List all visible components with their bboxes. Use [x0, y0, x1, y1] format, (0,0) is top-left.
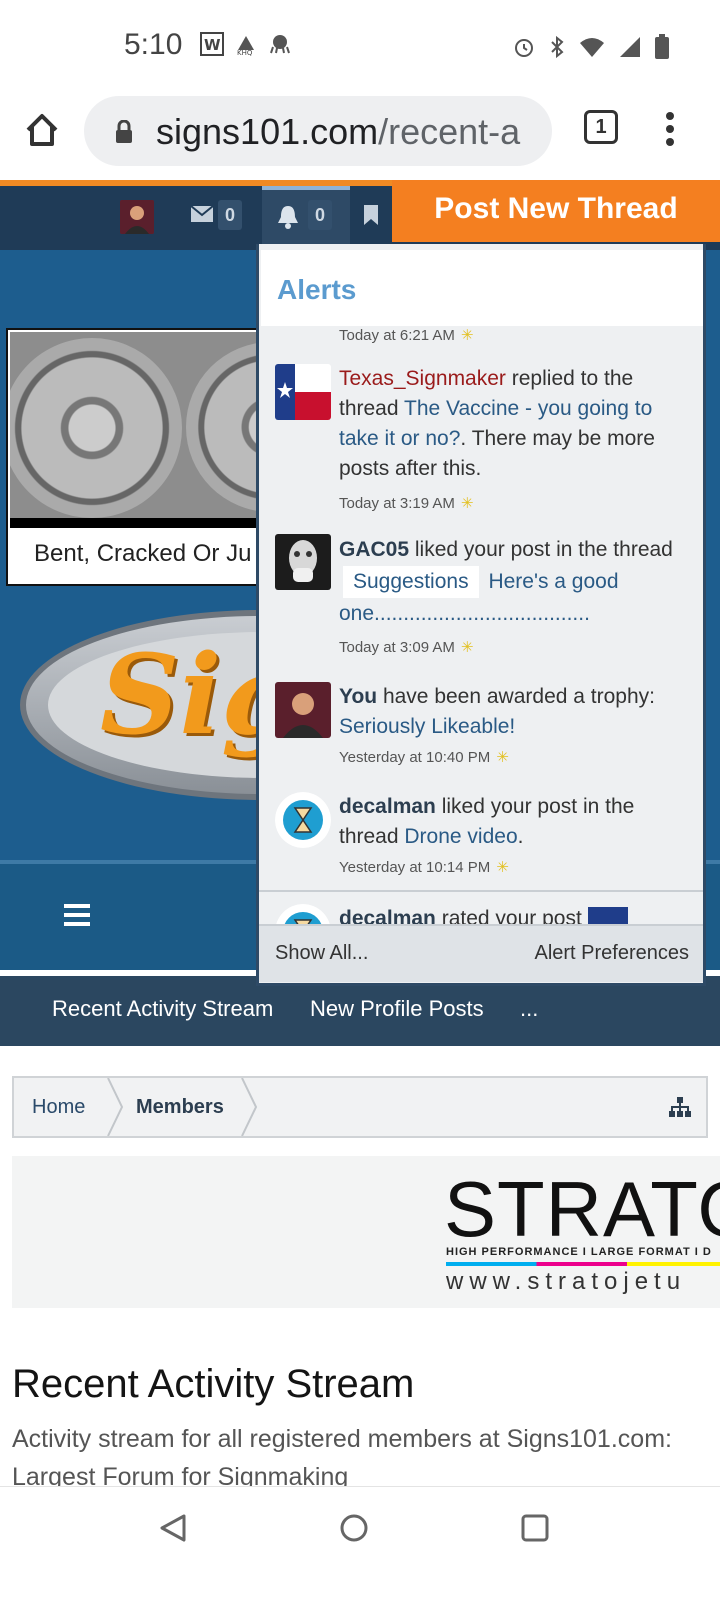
bell-icon — [278, 206, 298, 229]
tab-switcher-button[interactable]: 1 — [584, 110, 618, 144]
hourglass-avatar — [275, 792, 331, 848]
breadcrumb-home[interactable]: Home — [32, 1096, 85, 1119]
page-title: Recent Activity Stream — [12, 1362, 415, 1406]
nbc-icon: KHQ — [237, 36, 254, 56]
sitemap-icon[interactable] — [668, 1096, 692, 1118]
stratojet-ad-banner[interactable]: STRATOJ HIGH PERFORMANCE I LARGE FORMAT … — [12, 1156, 720, 1308]
alert-text: GAC05 liked your post in the thread Sugg… — [339, 538, 673, 625]
mail-count-badge: 0 — [218, 200, 242, 230]
status-system-icons — [512, 34, 670, 60]
alert-divider — [259, 890, 703, 892]
alerts-list[interactable]: Today at 6:21 AM ✳ Texas_Signmaker replie… — [259, 326, 703, 926]
status-bar: 5:10 W KHQ — [0, 0, 720, 90]
user-avatar[interactable] — [120, 200, 154, 234]
breadcrumb-separator — [107, 1078, 124, 1136]
alert-user-link[interactable]: You — [339, 685, 377, 708]
android-navigation-bar — [0, 1486, 720, 1600]
battery-icon — [655, 34, 669, 59]
site-user-nav: 0 0 Post New Thread — [0, 180, 720, 252]
post-new-thread-button[interactable]: Post New Thread — [392, 180, 720, 242]
back-icon[interactable] — [158, 1513, 188, 1543]
home-icon[interactable] — [22, 110, 62, 150]
breadcrumb: Home Members — [12, 1076, 708, 1138]
alarm-icon — [515, 39, 533, 57]
breadcrumb-members[interactable]: Members — [136, 1096, 224, 1119]
wheel-ad-image — [10, 332, 262, 528]
texas-flag-avatar — [275, 364, 331, 420]
alert-user-link[interactable]: GAC05 — [339, 538, 409, 561]
alert-text: decalman liked your post in the thread D… — [339, 795, 635, 848]
hamburger-menu-icon[interactable] — [64, 904, 90, 926]
alert-text: Texas_Signmaker replied to the thread Th… — [339, 367, 655, 480]
recents-icon[interactable] — [520, 1513, 550, 1543]
stratojet-url: www.stratojetu — [446, 1268, 687, 1295]
status-notification-icons: W KHQ — [200, 32, 292, 56]
alert-time: Today at 6:21 AM ✳ — [339, 327, 474, 344]
alert-thread-link[interactable]: Drone video — [404, 825, 517, 848]
hourglass-avatar — [275, 904, 331, 926]
alert-time: Yesterday at 10:40 PM ✳ — [339, 749, 509, 766]
alerts-header: Alerts — [261, 250, 703, 326]
alert-trophy-link[interactable]: Seriously Likeable! — [339, 715, 515, 738]
alerts-count-badge: 0 — [308, 200, 332, 230]
alert-user-link[interactable]: decalman — [339, 795, 436, 818]
avatar-image — [120, 200, 154, 234]
w-icon: W — [200, 32, 224, 56]
stratojet-logo: STRATOJ — [444, 1165, 720, 1253]
url-text: signs101.com/recent-a — [156, 111, 520, 153]
signal-icon — [620, 37, 640, 57]
url-path: /recent-a — [378, 111, 521, 152]
alert-user-link[interactable]: Texas_Signmaker — [339, 367, 506, 390]
alert-preferences-link[interactable]: Alert Preferences — [534, 942, 689, 965]
breadcrumb-separator — [241, 1078, 258, 1136]
alert-time: Today at 3:09 AM ✳ — [339, 639, 474, 656]
browser-toolbar: signs101.com/recent-a 1 — [0, 90, 720, 180]
alert-text: decalman rated your post — [339, 904, 689, 926]
alerts-footer: Show All... Alert Preferences — [259, 924, 703, 982]
stratojet-color-bar — [446, 1262, 720, 1266]
bluetooth-icon — [551, 35, 564, 59]
subnav-more[interactable]: ... — [520, 996, 538, 1022]
subnav-recent-activity[interactable]: Recent Activity Stream — [52, 996, 273, 1022]
svg-text:W: W — [204, 36, 221, 54]
svg-text:KHQ: KHQ — [237, 49, 253, 56]
stratojet-tagline: HIGH PERFORMANCE I LARGE FORMAT I D — [446, 1246, 712, 1258]
show-all-alerts-link[interactable]: Show All... — [275, 942, 368, 965]
alerts-tab[interactable]: 0 — [262, 186, 350, 252]
gas-mask-avatar — [275, 534, 331, 590]
home-circle-icon[interactable] — [339, 1513, 369, 1543]
wheel-ad-card[interactable]: Bent, Cracked Or Ju — [6, 328, 264, 586]
octopus-icon — [270, 35, 290, 54]
wheel-ad-caption: Bent, Cracked Or Ju — [34, 540, 252, 567]
alerts-title[interactable]: Alerts — [277, 274, 356, 306]
url-domain: signs101.com — [156, 111, 379, 152]
subnav-new-profile-posts[interactable]: New Profile Posts — [310, 996, 484, 1022]
alert-forum-chip[interactable]: Suggestions — [343, 566, 479, 598]
user-avatar — [275, 682, 331, 738]
alert-time: Today at 3:19 AM ✳ — [339, 495, 474, 512]
page-description: Activity stream for all registered membe… — [12, 1425, 672, 1490]
lock-icon — [116, 120, 132, 143]
browser-menu-icon[interactable] — [664, 112, 676, 148]
mail-icon[interactable] — [190, 204, 214, 224]
sub-navigation: Recent Activity Stream New Profile Posts… — [0, 976, 720, 1046]
address-bar[interactable]: signs101.com/recent-a — [84, 96, 552, 166]
bookmark-icon[interactable] — [362, 204, 380, 226]
status-time: 5:10 — [124, 28, 183, 61]
wifi-icon — [580, 38, 604, 57]
alert-text: You have been awarded a trophy: Seriousl… — [339, 685, 655, 738]
alert-time: Yesterday at 10:14 PM ✳ — [339, 859, 509, 876]
alerts-dropdown: Alerts Today at 6:21 AM ✳ Texas_Signmaker… — [256, 244, 706, 986]
